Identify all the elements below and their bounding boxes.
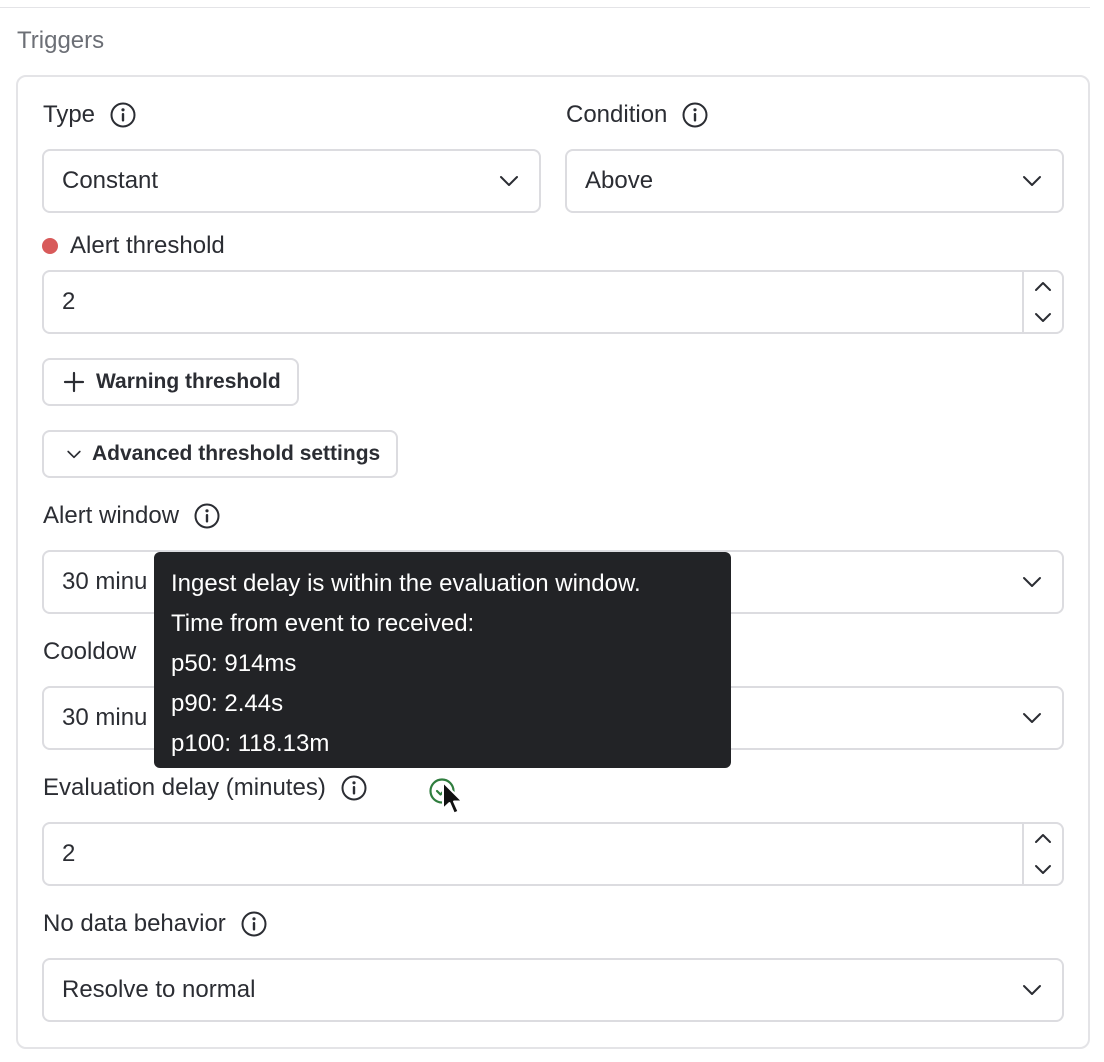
alert-window-label-row: Alert window	[43, 502, 221, 530]
chevron-up-icon[interactable]	[1024, 824, 1062, 854]
alert-threshold-value: 2	[62, 288, 76, 315]
info-icon[interactable]	[193, 502, 221, 530]
top-divider	[0, 7, 1090, 8]
chevron-down-icon[interactable]	[1024, 854, 1062, 884]
evaluation-delay-label-row: Evaluation delay (minutes)	[43, 774, 368, 802]
info-icon[interactable]	[109, 101, 137, 129]
alert-threshold-label: Alert threshold	[70, 232, 225, 259]
tooltip-line: Time from event to received:	[171, 610, 475, 637]
advanced-threshold-settings-button[interactable]: Advanced threshold settings	[42, 430, 399, 478]
alert-threshold-label-row: Alert threshold	[42, 232, 225, 260]
alert-threshold-stepper[interactable]	[1022, 272, 1062, 332]
chevron-down-icon[interactable]	[1024, 302, 1062, 332]
condition-label-row: Condition	[566, 101, 709, 129]
type-select[interactable]: Constant	[42, 149, 541, 213]
ingest-delay-tooltip: Ingest delay is within the evaluation wi…	[154, 552, 731, 768]
section-title: Triggers	[17, 27, 105, 54]
mouse-pointer-icon	[440, 780, 466, 818]
info-icon[interactable]	[681, 101, 709, 129]
no-data-label: No data behavior	[43, 910, 226, 937]
no-data-select[interactable]: Resolve to normal	[42, 958, 1064, 1022]
tooltip-line: p90: 2.44s	[171, 690, 284, 717]
tooltip-line: p50: 914ms	[171, 650, 297, 677]
alert-window-label: Alert window	[43, 502, 180, 529]
evaluation-delay-label: Evaluation delay (minutes)	[43, 774, 326, 801]
info-icon[interactable]	[240, 910, 268, 938]
chevron-up-icon[interactable]	[1024, 272, 1062, 302]
no-data-label-row: No data behavior	[43, 910, 268, 938]
advanced-threshold-label: Advanced threshold settings	[92, 442, 381, 465]
alert-threshold-input[interactable]: 2	[42, 270, 1064, 334]
condition-label: Condition	[566, 101, 668, 128]
cooldown-label-row: Cooldow	[43, 638, 136, 666]
evaluation-delay-input[interactable]: 2	[42, 822, 1064, 886]
chevron-down-icon	[64, 444, 84, 464]
plus-icon	[62, 370, 86, 394]
tooltip-line: p100: 118.13m	[171, 730, 330, 757]
info-icon[interactable]	[340, 774, 368, 802]
type-label: Type	[43, 101, 96, 128]
chevron-down-icon	[1020, 570, 1044, 594]
chevron-down-icon	[1020, 706, 1044, 730]
chevron-down-icon	[1020, 169, 1044, 193]
cooldown-label: Cooldow	[43, 638, 137, 665]
type-select-value: Constant	[62, 167, 159, 194]
no-data-value: Resolve to normal	[62, 976, 256, 1003]
chevron-down-icon	[1020, 978, 1044, 1002]
add-warning-threshold-button[interactable]: Warning threshold	[42, 358, 299, 406]
tooltip-line: Ingest delay is within the evaluation wi…	[171, 570, 641, 597]
chevron-down-icon	[497, 169, 521, 193]
alert-indicator-dot	[42, 238, 58, 254]
condition-select-value: Above	[585, 167, 654, 194]
evaluation-delay-stepper[interactable]	[1022, 824, 1062, 884]
warning-threshold-label: Warning threshold	[96, 370, 281, 393]
evaluation-delay-value: 2	[62, 840, 76, 867]
condition-select[interactable]: Above	[565, 149, 1064, 213]
type-label-row: Type	[43, 101, 137, 129]
